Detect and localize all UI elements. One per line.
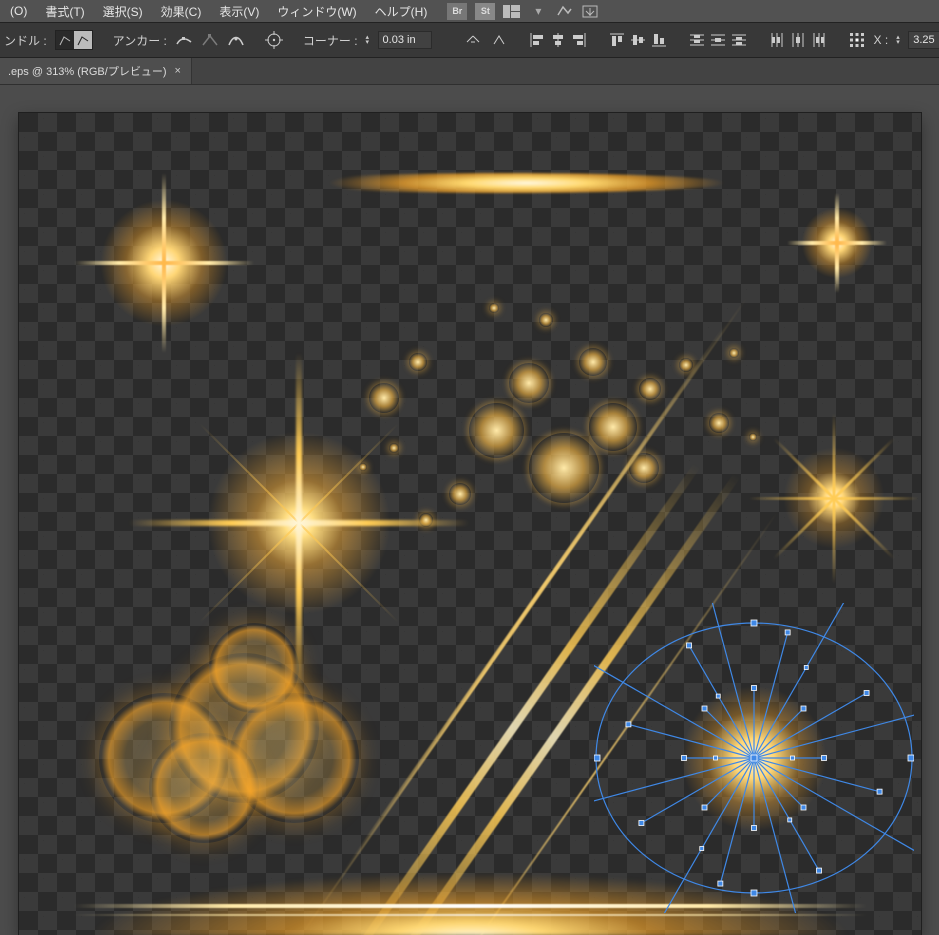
menu-select[interactable]: 選択(S) bbox=[95, 1, 151, 22]
corner-radius-input[interactable]: 0.03 in bbox=[378, 31, 432, 49]
menu-help[interactable]: ヘルプ(H) bbox=[367, 1, 436, 22]
canvas-area[interactable] bbox=[0, 85, 939, 935]
control-bar: ンドル : アンカー : コーナー : ▴▾ 0.03 in bbox=[0, 22, 939, 58]
distribute-vcenter-icon[interactable] bbox=[709, 31, 727, 49]
vertical-align-group bbox=[608, 31, 668, 49]
distribute-group-2 bbox=[768, 31, 828, 49]
anchor-label: アンカー : bbox=[113, 32, 167, 49]
isolate-icon[interactable] bbox=[265, 29, 283, 51]
artboard[interactable] bbox=[19, 113, 921, 935]
art-selected-starburst[interactable] bbox=[594, 603, 914, 913]
menubar-extras: Br St ▾ bbox=[447, 3, 599, 20]
menu-effects[interactable]: 効果(C) bbox=[153, 1, 210, 22]
document-tab[interactable]: .eps @ 313% (RGB/プレビュー) × bbox=[0, 58, 192, 84]
anchor-convert-smooth-icon[interactable] bbox=[175, 29, 193, 51]
horizontal-align-group bbox=[528, 31, 588, 49]
stock-icon[interactable]: St bbox=[475, 3, 495, 20]
distribute-right-icon[interactable] bbox=[810, 31, 828, 49]
reference-point-icon[interactable] bbox=[848, 29, 866, 51]
corner-radius-field[interactable]: ▴▾ 0.03 in bbox=[366, 31, 432, 49]
menu-view[interactable]: 表示(V) bbox=[211, 1, 267, 22]
close-icon[interactable]: × bbox=[174, 65, 180, 77]
distribute-hcenter-icon[interactable] bbox=[789, 31, 807, 49]
art-floor-line-2[interactable] bbox=[73, 914, 867, 916]
anchor-remove-icon[interactable] bbox=[227, 29, 245, 51]
x-input[interactable]: 3.25 bbox=[908, 31, 939, 49]
art-star-8pt[interactable] bbox=[749, 413, 919, 583]
align-vcenter-icon[interactable] bbox=[629, 31, 647, 49]
align-top-icon[interactable] bbox=[608, 31, 626, 49]
dropdown-caret-icon[interactable]: ▾ bbox=[529, 4, 547, 19]
arrange-documents-icon[interactable] bbox=[503, 4, 521, 19]
align-bottom-icon[interactable] bbox=[650, 31, 668, 49]
handle-dark-icon bbox=[56, 31, 74, 49]
connect-path-icon[interactable] bbox=[490, 29, 508, 51]
x-label: X : bbox=[874, 33, 889, 47]
document-tab-title: .eps @ 313% (RGB/プレビュー) bbox=[8, 63, 166, 79]
stepper-arrows-icon[interactable]: ▴▾ bbox=[896, 35, 906, 45]
handle-label: ンドル : bbox=[4, 32, 47, 49]
art-comet-streak[interactable] bbox=[279, 173, 729, 193]
handle-mode-toggle[interactable] bbox=[55, 30, 93, 50]
align-hcenter-icon[interactable] bbox=[549, 31, 567, 49]
distribute-top-icon[interactable] bbox=[688, 31, 706, 49]
distribute-bottom-icon[interactable] bbox=[730, 31, 748, 49]
distribute-group-1 bbox=[688, 31, 748, 49]
art-star-4pt-topright[interactable] bbox=[787, 193, 887, 293]
distribute-left-icon[interactable] bbox=[768, 31, 786, 49]
handle-light-icon bbox=[74, 31, 92, 49]
anchor-convert-corner-icon[interactable] bbox=[201, 29, 219, 51]
menu-open[interactable]: (O) bbox=[2, 2, 35, 20]
x-field[interactable]: ▴▾ 3.25 bbox=[896, 31, 939, 49]
menu-format[interactable]: 書式(T) bbox=[37, 1, 92, 22]
screen-mode-icon[interactable] bbox=[581, 4, 599, 19]
align-left-icon[interactable] bbox=[528, 31, 546, 49]
bridge-icon[interactable]: Br bbox=[447, 3, 467, 20]
corner-label: コーナー : bbox=[303, 32, 358, 49]
align-right-icon[interactable] bbox=[570, 31, 588, 49]
menu-bar: (O) 書式(T) 選択(S) 効果(C) 表示(V) ウィンドウ(W) ヘルプ… bbox=[0, 0, 939, 22]
gpu-preview-icon[interactable] bbox=[555, 4, 573, 19]
art-star-4pt-topleft[interactable] bbox=[74, 173, 254, 353]
menu-window[interactable]: ウィンドウ(W) bbox=[269, 1, 364, 22]
stepper-arrows-icon[interactable]: ▴▾ bbox=[366, 35, 376, 45]
document-tabstrip: .eps @ 313% (RGB/プレビュー) × bbox=[0, 58, 939, 85]
cut-path-anchor-icon[interactable] bbox=[464, 29, 482, 51]
